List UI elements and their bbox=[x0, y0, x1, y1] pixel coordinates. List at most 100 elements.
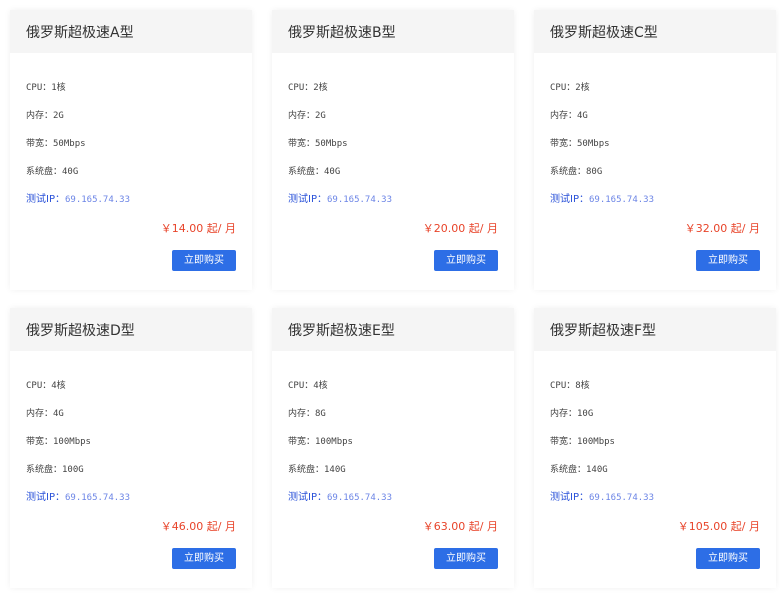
spec-cpu-label: CPU： bbox=[26, 83, 52, 93]
spec-test-ip-value: 69.165.74.33 bbox=[326, 195, 393, 205]
spec-cpu-value: 4核 bbox=[313, 381, 328, 391]
spec-ram: 内存：4G bbox=[26, 407, 252, 435]
spec-bandwidth-label: 带宽： bbox=[26, 139, 54, 149]
spec-disk-value: 100G bbox=[62, 465, 84, 475]
spec-disk: 系统盘：140G bbox=[288, 463, 514, 491]
spec-cpu-value: 2核 bbox=[575, 83, 590, 93]
plan-specs: CPU：8核 内存：10G 带宽：100Mbps 系统盘：140G 测试IP：6… bbox=[534, 379, 776, 519]
plan-card-e: 俄罗斯超极速E型 CPU：4核 内存：8G 带宽：100Mbps 系统盘：140… bbox=[272, 308, 514, 588]
plan-title: 俄罗斯超极速D型 bbox=[26, 322, 135, 339]
spec-cpu-value: 2核 bbox=[313, 83, 328, 93]
plan-card-d: 俄罗斯超极速D型 CPU：4核 内存：4G 带宽：100Mbps 系统盘：100… bbox=[10, 308, 252, 588]
plan-card-header: 俄罗斯超极速B型 bbox=[272, 10, 514, 53]
spec-disk: 系统盘：140G bbox=[550, 463, 776, 491]
spec-test-ip-label: 测试IP： bbox=[288, 492, 327, 503]
spec-cpu: CPU：4核 bbox=[26, 379, 252, 407]
spec-disk-value: 140G bbox=[324, 465, 346, 475]
spec-cpu-value: 4核 bbox=[51, 381, 66, 391]
spec-ram-label: 内存： bbox=[288, 409, 316, 419]
spec-disk-label: 系统盘： bbox=[550, 167, 587, 177]
spec-test-ip-label: 测试IP： bbox=[550, 492, 589, 503]
buy-now-button[interactable]: 立即购买 bbox=[172, 250, 236, 271]
spec-disk-label: 系统盘： bbox=[550, 465, 587, 475]
plan-price: ￥46.00 起/ 月 bbox=[160, 520, 236, 533]
plan-price: ￥20.00 起/ 月 bbox=[422, 222, 498, 235]
plan-specs: CPU：2核 内存：4G 带宽：50Mbps 系统盘：80G 测试IP：69.1… bbox=[534, 81, 776, 221]
plan-card-header: 俄罗斯超极速A型 bbox=[10, 10, 252, 53]
spec-bandwidth-label: 带宽： bbox=[550, 139, 578, 149]
spec-ram: 内存：4G bbox=[550, 109, 776, 137]
spec-ram: 内存：8G bbox=[288, 407, 514, 435]
spec-test-ip-label: 测试IP： bbox=[26, 194, 65, 205]
plan-title: 俄罗斯超极速A型 bbox=[26, 24, 134, 41]
buy-now-button[interactable]: 立即购买 bbox=[696, 250, 760, 271]
plan-card-header: 俄罗斯超极速D型 bbox=[10, 308, 252, 351]
spec-test-ip: 测试IP：69.165.74.33 bbox=[288, 491, 514, 519]
spec-ram-value: 4G bbox=[53, 409, 64, 419]
buy-now-button[interactable]: 立即购买 bbox=[434, 250, 498, 271]
plan-card-header: 俄罗斯超极速E型 bbox=[272, 308, 514, 351]
plan-price: ￥63.00 起/ 月 bbox=[422, 520, 498, 533]
spec-bandwidth-label: 带宽： bbox=[288, 437, 316, 447]
spec-test-ip: 测试IP：69.165.74.33 bbox=[550, 491, 776, 519]
plan-title: 俄罗斯超极速C型 bbox=[550, 24, 658, 41]
spec-test-ip-label: 测试IP： bbox=[288, 194, 327, 205]
spec-disk-label: 系统盘： bbox=[26, 465, 63, 475]
spec-ram-value: 10G bbox=[577, 409, 594, 419]
spec-ram-value: 2G bbox=[53, 111, 64, 121]
spec-cpu-label: CPU： bbox=[550, 83, 576, 93]
spec-test-ip-value: 69.165.74.33 bbox=[64, 493, 131, 503]
spec-cpu-value: 8核 bbox=[575, 381, 590, 391]
plan-price: ￥14.00 起/ 月 bbox=[160, 222, 236, 235]
spec-cpu-label: CPU： bbox=[288, 381, 314, 391]
plan-title: 俄罗斯超极速B型 bbox=[288, 24, 396, 41]
spec-test-ip: 测试IP：69.165.74.33 bbox=[550, 193, 776, 221]
spec-ram-label: 内存： bbox=[550, 409, 578, 419]
spec-test-ip-value: 69.165.74.33 bbox=[326, 493, 393, 503]
spec-bandwidth-value: 50Mbps bbox=[577, 139, 610, 149]
spec-test-ip: 测试IP：69.165.74.33 bbox=[26, 491, 252, 519]
spec-ram: 内存：2G bbox=[288, 109, 514, 137]
spec-test-ip-label: 测试IP： bbox=[550, 194, 589, 205]
spec-bandwidth-value: 100Mbps bbox=[577, 437, 615, 447]
spec-disk-value: 80G bbox=[586, 167, 603, 177]
plan-grid: 俄罗斯超极速A型 CPU：1核 内存：2G 带宽：50Mbps 系统盘：40G … bbox=[0, 0, 780, 594]
spec-disk: 系统盘：40G bbox=[288, 165, 514, 193]
spec-bandwidth-label: 带宽： bbox=[26, 437, 54, 447]
spec-ram: 内存：2G bbox=[26, 109, 252, 137]
spec-bandwidth: 带宽：50Mbps bbox=[288, 137, 514, 165]
spec-ram-value: 8G bbox=[315, 409, 326, 419]
spec-bandwidth: 带宽：50Mbps bbox=[550, 137, 776, 165]
spec-cpu: CPU：4核 bbox=[288, 379, 514, 407]
plan-title: 俄罗斯超极速F型 bbox=[550, 322, 657, 339]
spec-ram-label: 内存： bbox=[550, 111, 578, 121]
buy-now-button[interactable]: 立即购买 bbox=[696, 548, 760, 569]
plan-card-c: 俄罗斯超极速C型 CPU：2核 内存：4G 带宽：50Mbps 系统盘：80G … bbox=[534, 10, 776, 290]
spec-disk-label: 系统盘： bbox=[288, 167, 325, 177]
spec-cpu: CPU：1核 bbox=[26, 81, 252, 109]
plan-card-f: 俄罗斯超极速F型 CPU：8核 内存：10G 带宽：100Mbps 系统盘：14… bbox=[534, 308, 776, 588]
spec-test-ip: 测试IP：69.165.74.33 bbox=[288, 193, 514, 221]
plan-card-header: 俄罗斯超极速C型 bbox=[534, 10, 776, 53]
buy-now-button[interactable]: 立即购买 bbox=[172, 548, 236, 569]
spec-disk: 系统盘：100G bbox=[26, 463, 252, 491]
spec-cpu-label: CPU： bbox=[550, 381, 576, 391]
spec-disk-value: 40G bbox=[324, 167, 341, 177]
spec-bandwidth-value: 50Mbps bbox=[315, 139, 348, 149]
plan-card-header: 俄罗斯超极速F型 bbox=[534, 308, 776, 351]
plan-specs: CPU：2核 内存：2G 带宽：50Mbps 系统盘：40G 测试IP：69.1… bbox=[272, 81, 514, 221]
spec-disk-value: 40G bbox=[62, 167, 79, 177]
spec-bandwidth-label: 带宽： bbox=[288, 139, 316, 149]
plan-specs: CPU：4核 内存：4G 带宽：100Mbps 系统盘：100G 测试IP：69… bbox=[10, 379, 252, 519]
spec-bandwidth: 带宽：100Mbps bbox=[288, 435, 514, 463]
spec-cpu-value: 1核 bbox=[51, 83, 66, 93]
spec-ram-label: 内存： bbox=[26, 111, 54, 121]
spec-disk-value: 140G bbox=[586, 465, 608, 475]
spec-ram-value: 2G bbox=[315, 111, 326, 121]
buy-now-button[interactable]: 立即购买 bbox=[434, 548, 498, 569]
spec-bandwidth: 带宽：50Mbps bbox=[26, 137, 252, 165]
plan-specs: CPU：4核 内存：8G 带宽：100Mbps 系统盘：140G 测试IP：69… bbox=[272, 379, 514, 519]
plan-title: 俄罗斯超极速E型 bbox=[288, 322, 395, 339]
spec-bandwidth-value: 100Mbps bbox=[315, 437, 353, 447]
spec-ram-label: 内存： bbox=[288, 111, 316, 121]
